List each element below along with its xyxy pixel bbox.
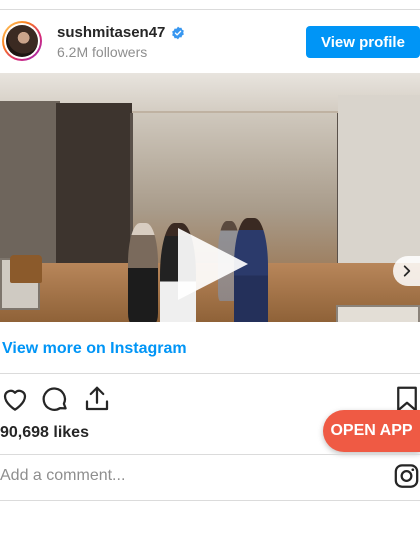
play-icon[interactable] (178, 228, 248, 300)
instagram-icon[interactable] (393, 462, 420, 490)
comment-icon[interactable] (40, 384, 70, 414)
profile-header: sushmitasen47 6.2M followers View profil… (0, 10, 420, 72)
follower-count: 6.2M followers (57, 44, 148, 60)
username[interactable]: sushmitasen47 (57, 24, 165, 41)
heart-icon[interactable] (0, 384, 30, 414)
next-button[interactable] (393, 256, 420, 286)
open-app-button[interactable]: OPEN APP (323, 410, 420, 452)
divider (0, 454, 420, 455)
avatar[interactable] (2, 21, 42, 61)
verified-badge-icon (172, 26, 185, 39)
comment-input[interactable]: Add a comment... (0, 467, 125, 485)
divider (0, 373, 420, 374)
view-profile-button[interactable]: View profile (306, 26, 420, 58)
chevron-right-icon (403, 265, 410, 277)
username-row: sushmitasen47 (57, 24, 185, 41)
divider (0, 500, 420, 501)
post-media[interactable] (0, 73, 420, 322)
share-icon[interactable] (82, 384, 112, 414)
like-count[interactable]: 90,698 likes (0, 424, 89, 442)
view-more-link[interactable]: View more on Instagram (2, 340, 187, 358)
